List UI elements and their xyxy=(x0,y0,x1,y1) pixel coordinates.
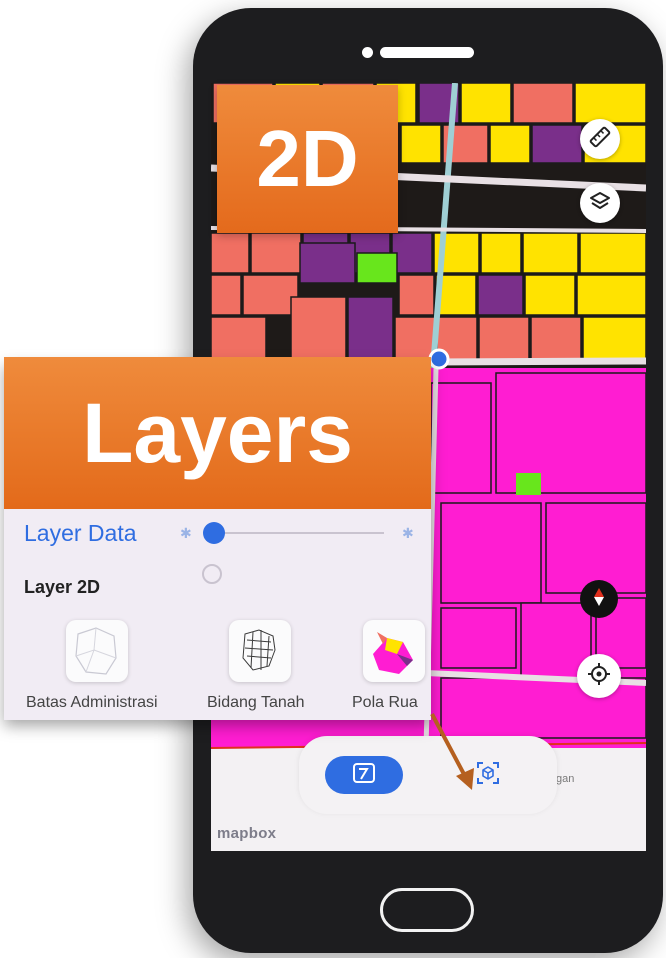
compass-button[interactable] xyxy=(580,580,618,618)
layer-item-label: Bidang Tanah xyxy=(207,694,305,711)
layers-stack-icon xyxy=(589,190,611,217)
crosshair-icon xyxy=(587,662,611,691)
opacity-slider-thumb[interactable] xyxy=(203,522,225,544)
layer-item-label: Pola Rua xyxy=(352,694,418,711)
compass-icon xyxy=(591,587,607,612)
tag-2d: 2D xyxy=(217,85,398,233)
tag-layers: Layers xyxy=(4,357,431,509)
layer-item-pola-ruang[interactable] xyxy=(363,620,425,682)
map-place-label: gan xyxy=(556,773,575,785)
layer-item-bidang-tanah[interactable] xyxy=(229,620,291,682)
mapbox-attribution[interactable]: mapbox xyxy=(217,825,276,842)
2d-map-icon xyxy=(351,762,377,789)
my-location-button[interactable] xyxy=(577,654,621,698)
layer-item-label: Batas Administrasi xyxy=(26,694,158,711)
ruler-icon xyxy=(589,126,611,153)
section-title: Layer 2D xyxy=(24,577,101,597)
home-button[interactable] xyxy=(380,888,474,932)
layers-button[interactable] xyxy=(580,183,620,223)
layer-item-batas-administrasi[interactable] xyxy=(66,620,128,682)
mode-2d-button[interactable] xyxy=(325,756,403,794)
spatial-pattern-map-icon xyxy=(363,632,425,682)
boundary-map-icon xyxy=(66,627,128,682)
3d-cube-icon xyxy=(474,759,502,792)
opacity-slider-track[interactable] xyxy=(214,532,384,534)
brightness-high-icon: ✱ xyxy=(402,525,414,541)
slider-handle-ghost xyxy=(202,564,222,584)
earpiece-speaker xyxy=(380,47,474,58)
land-parcel-map-icon xyxy=(229,629,291,682)
panel-title: Layer Data xyxy=(24,520,137,546)
brightness-low-icon: ✱ xyxy=(180,525,192,541)
front-camera xyxy=(362,47,373,58)
ruler-button[interactable] xyxy=(580,119,620,159)
annotation-arrow xyxy=(430,713,474,790)
